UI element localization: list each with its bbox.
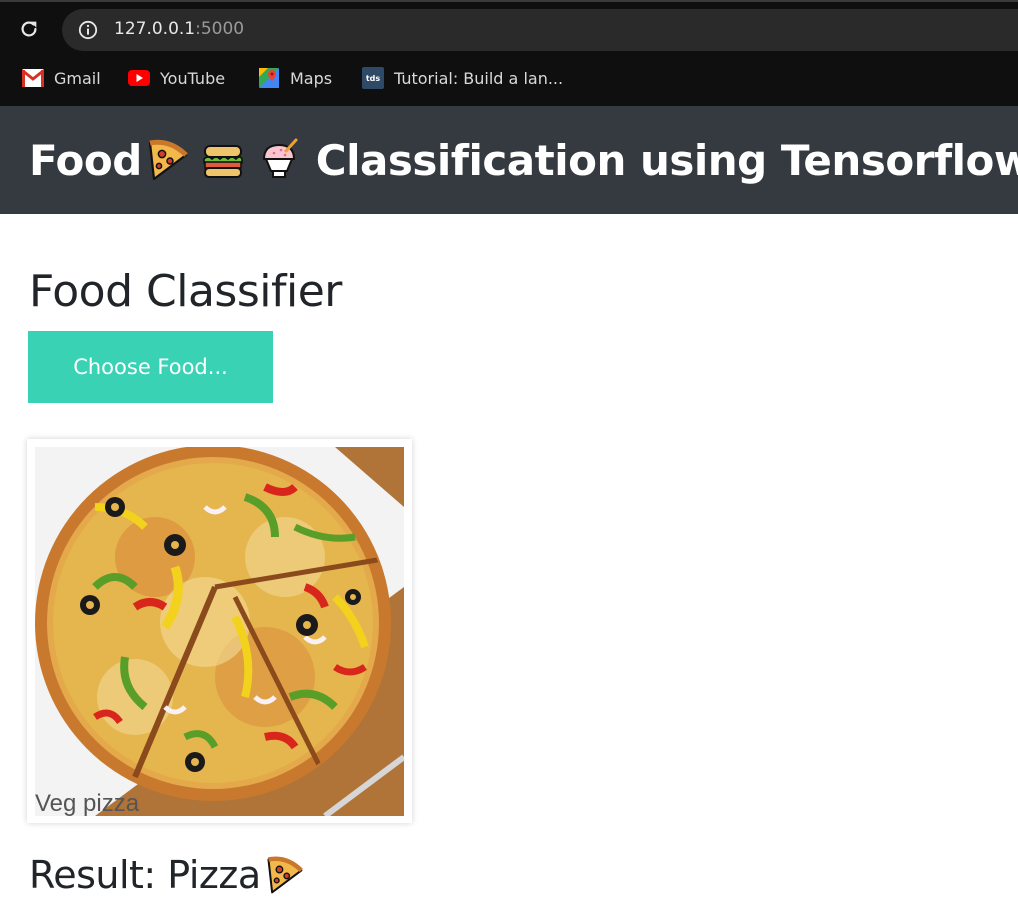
youtube-icon xyxy=(128,67,150,89)
maps-icon xyxy=(258,67,280,89)
pizza-emoji-icon xyxy=(267,856,303,894)
page-heading: Food Classifier xyxy=(29,266,342,317)
reload-button[interactable] xyxy=(14,14,44,44)
url-host: 127.0.0.1 xyxy=(114,19,196,39)
tds-icon-text: tds xyxy=(365,73,381,83)
gmail-icon xyxy=(22,67,44,89)
choose-food-button[interactable]: Choose Food... xyxy=(28,331,273,403)
chrome-top-border xyxy=(0,0,1018,2)
reload-icon xyxy=(21,21,37,37)
browser-chrome: 127.0.0.1:5000 Gmail YouTube Maps tds Tu… xyxy=(0,0,1018,106)
bookmark-youtube[interactable]: YouTube xyxy=(128,60,225,96)
bookmark-label: YouTube xyxy=(160,68,226,88)
bookmark-label: Gmail xyxy=(54,68,101,88)
pizza-image: Veg pizza xyxy=(35,447,404,816)
bookmark-tutorial[interactable]: tds Tutorial: Build a lan... xyxy=(362,60,563,96)
app-header: Food Classification using Tensorflow xyxy=(0,106,1018,214)
info-icon[interactable] xyxy=(78,20,98,40)
bookmark-label: Maps xyxy=(290,68,333,88)
url-port: :5000 xyxy=(195,19,245,39)
result-text: Result: Pizza xyxy=(29,853,261,897)
bookmarks-bar: Gmail YouTube Maps tds Tutorial: Build a… xyxy=(0,60,1018,96)
bookmark-label: Tutorial: Build a lan... xyxy=(394,68,564,88)
bookmark-maps[interactable]: Maps xyxy=(258,60,332,96)
tds-icon: tds xyxy=(362,67,384,89)
result-line: Result: Pizza xyxy=(29,848,307,902)
address-bar[interactable]: 127.0.0.1:5000 xyxy=(62,9,1018,51)
shaved-ice-emoji-icon xyxy=(262,138,298,178)
title-prefix: Food xyxy=(29,135,142,185)
image-preview-card: Veg pizza xyxy=(27,439,412,823)
title-suffix: Classification using Tensorflow xyxy=(315,135,1018,185)
url-text[interactable]: 127.0.0.1:5000 xyxy=(114,19,244,39)
image-caption: Veg pizza xyxy=(35,790,140,816)
bookmark-gmail[interactable]: Gmail xyxy=(22,60,101,96)
pizza-emoji-icon xyxy=(148,139,188,181)
app-title: Food Classification using Tensorflow xyxy=(29,132,1018,188)
sandwich-emoji-icon xyxy=(202,145,243,178)
